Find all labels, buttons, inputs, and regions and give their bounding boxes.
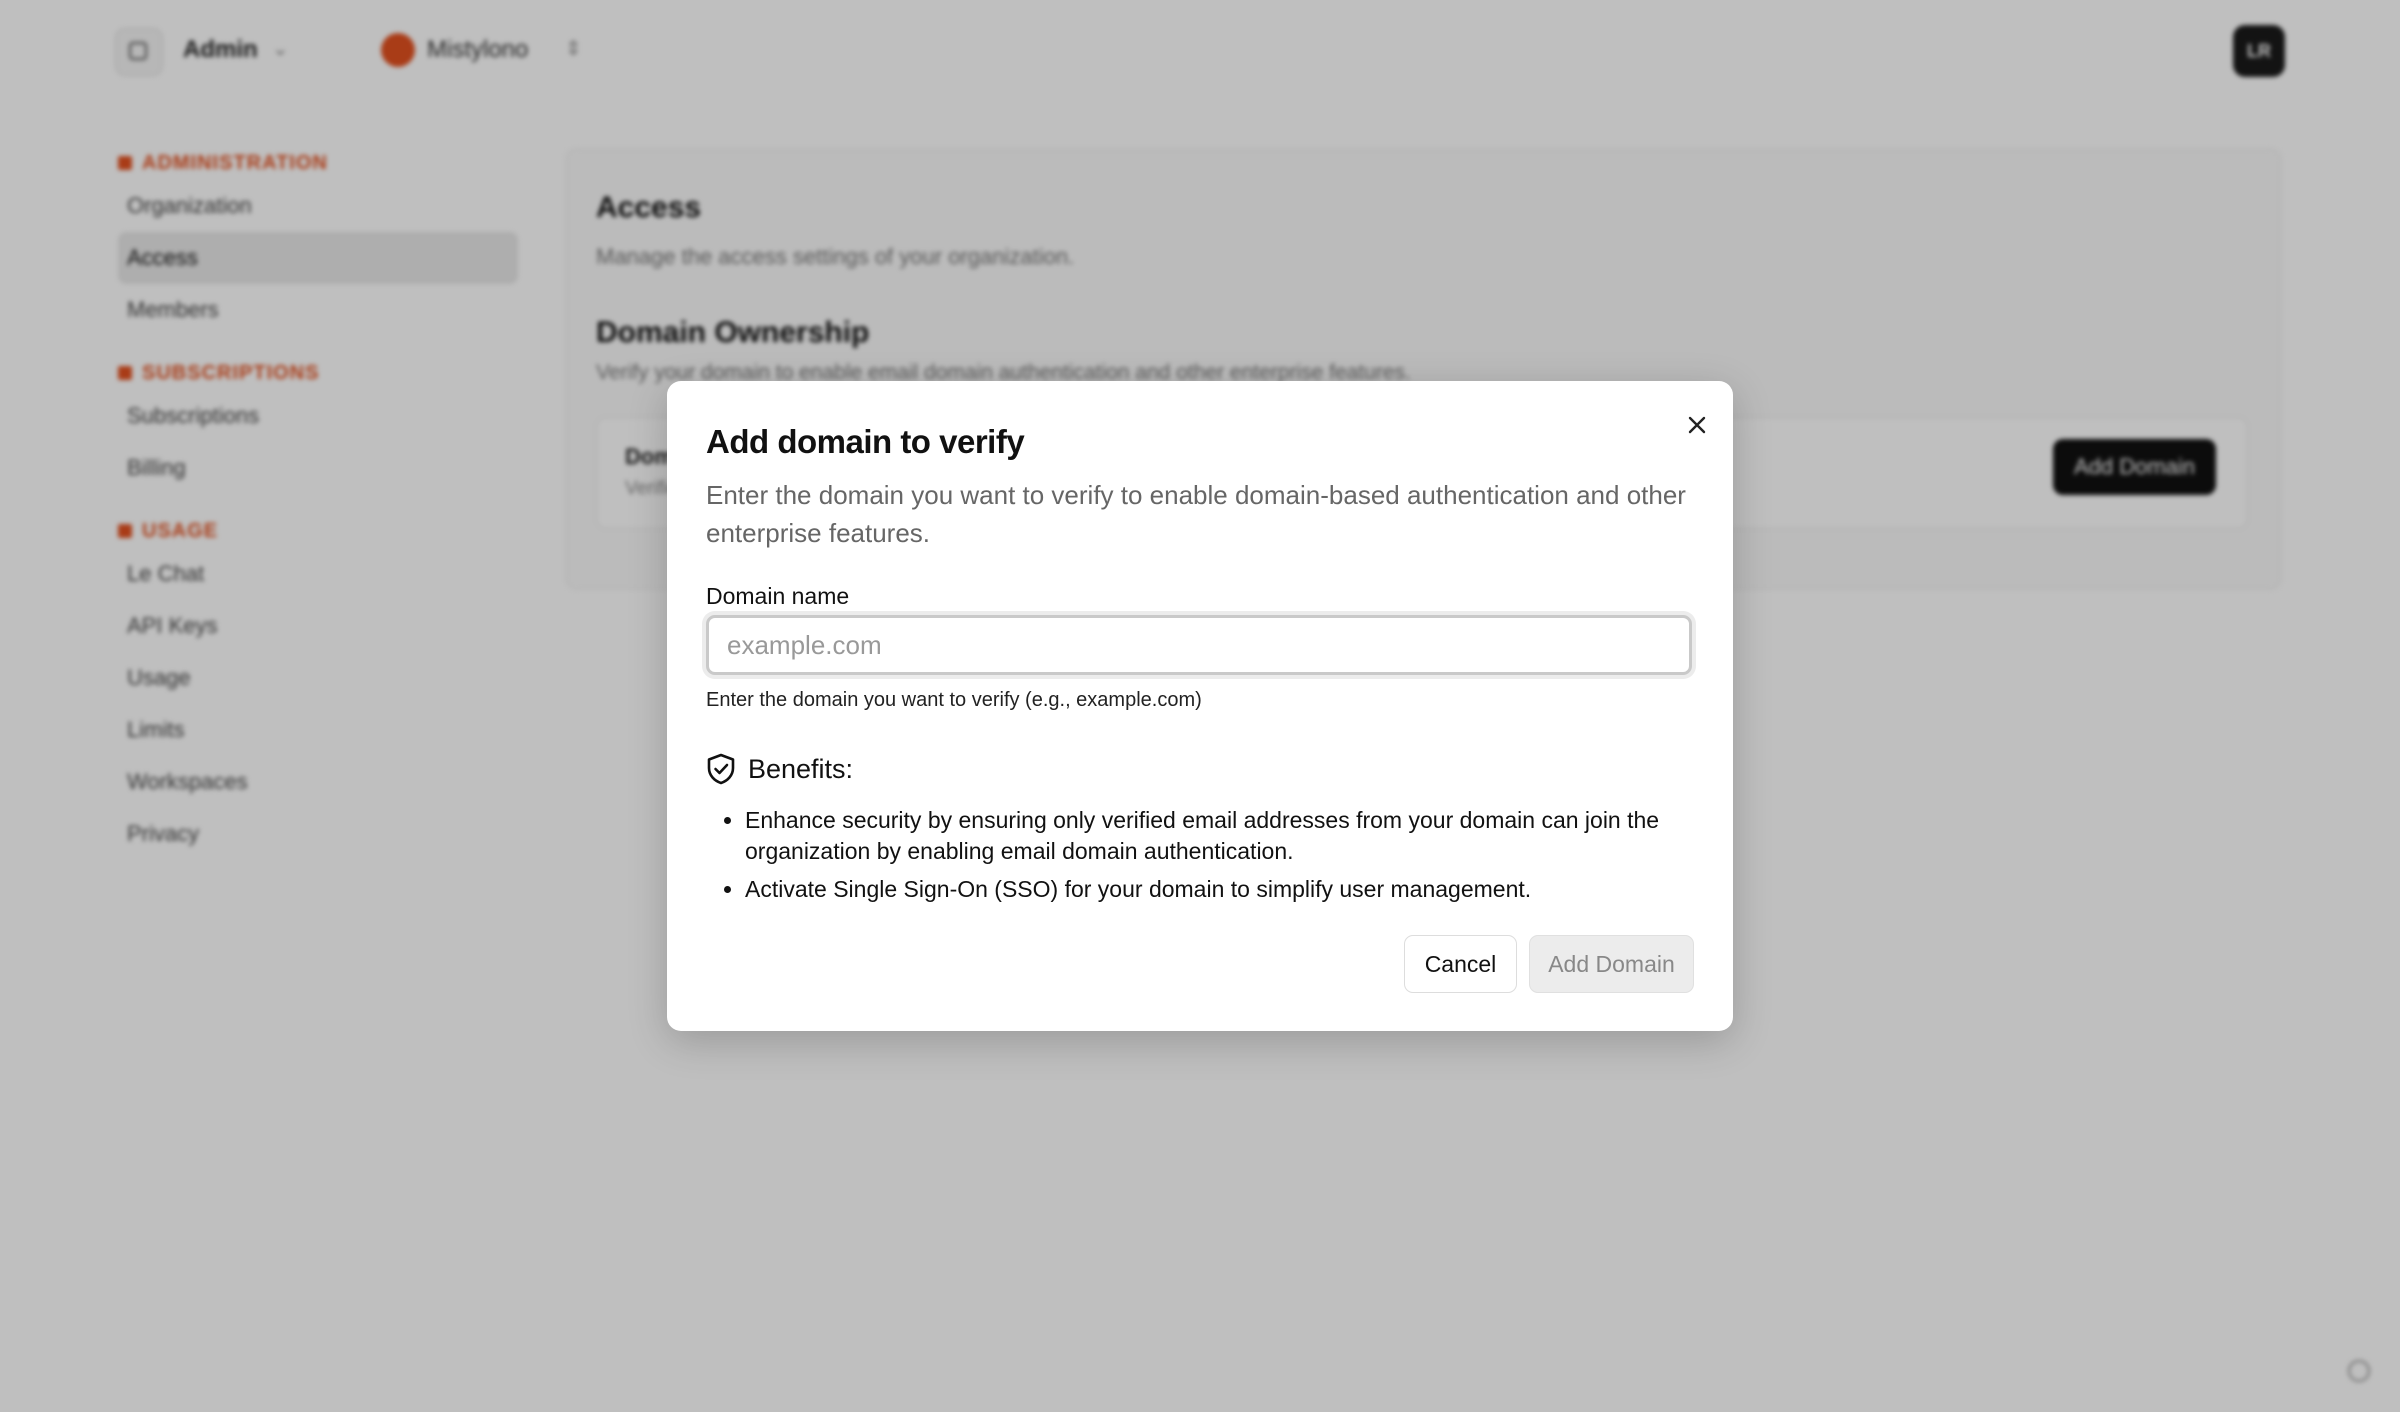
close-icon (1688, 416, 1706, 434)
domain-name-label: Domain name (706, 583, 850, 609)
list-item: Activate Single Sign-On (SSO) for your d… (745, 874, 1745, 905)
dialog-title: Add domain to verify (706, 423, 1025, 460)
close-button[interactable] (1677, 405, 1717, 445)
cancel-button[interactable]: Cancel (1404, 935, 1517, 993)
shield-check-icon (707, 753, 735, 785)
benefits-title: Benefits: (748, 753, 854, 784)
benefits-list: Enhance security by ensuring only verifi… (715, 805, 1745, 912)
add-domain-button[interactable]: Add Domain (1529, 935, 1694, 993)
domain-name-input[interactable] (706, 615, 1692, 675)
benefits-header: Benefits: (706, 753, 853, 785)
domain-name-help: Enter the domain you want to verify (e.g… (706, 689, 1202, 711)
dialog-description: Enter the domain you want to verify to e… (706, 480, 1686, 548)
add-domain-dialog: Add domain to verify Enter the domain yo… (667, 381, 1733, 1031)
list-item: Enhance security by ensuring only verifi… (745, 805, 1745, 867)
